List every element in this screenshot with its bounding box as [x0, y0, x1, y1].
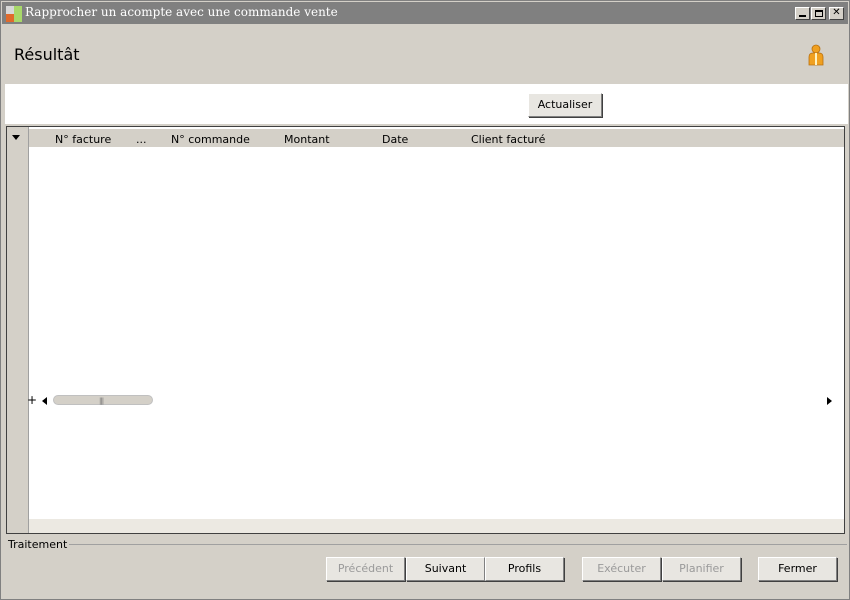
- close-window-button[interactable]: ✕: [829, 7, 844, 20]
- minimize-icon: [799, 15, 806, 17]
- previous-button[interactable]: Précédent: [326, 557, 405, 581]
- add-row-button[interactable]: +: [27, 394, 37, 406]
- column-header-billed-client[interactable]: Client facturé: [471, 133, 545, 146]
- close-icon: ✕: [832, 7, 841, 18]
- title-bar[interactable]: Rapprocher un acompte avec une commande …: [2, 2, 848, 24]
- scroll-right-icon[interactable]: [827, 397, 832, 405]
- grid-body[interactable]: [29, 147, 844, 519]
- main-window: Rapprocher un acompte avec une commande …: [0, 0, 850, 600]
- scroll-left-icon[interactable]: [42, 397, 47, 405]
- window-title: Rapprocher un acompte avec une commande …: [25, 5, 338, 19]
- execute-button[interactable]: Exécuter: [582, 557, 661, 581]
- column-header-invoice-number[interactable]: N° facture: [55, 133, 111, 146]
- section-divider: [61, 544, 847, 545]
- user-icon[interactable]: [807, 44, 825, 66]
- next-button[interactable]: Suivant: [406, 557, 485, 581]
- close-button[interactable]: Fermer: [758, 557, 837, 581]
- minimize-button[interactable]: [795, 7, 810, 20]
- maximize-button[interactable]: [811, 7, 826, 20]
- page-title: Résultât: [14, 45, 80, 64]
- maximize-icon: [815, 10, 823, 17]
- column-header-more[interactable]: ...: [136, 133, 147, 146]
- app-icon: [6, 6, 22, 22]
- column-menu-icon[interactable]: [12, 135, 20, 140]
- column-header-order-number[interactable]: N° commande: [171, 133, 250, 146]
- row-selector-gutter: [7, 127, 29, 533]
- refresh-button[interactable]: Actualiser: [528, 93, 602, 117]
- profiles-button[interactable]: Profils: [485, 557, 564, 581]
- column-header-amount[interactable]: Montant: [284, 133, 330, 146]
- grid-header: N° facture ... N° commande Montant Date …: [29, 129, 844, 147]
- results-grid[interactable]: N° facture ... N° commande Montant Date …: [6, 126, 845, 534]
- grip-icon: |||: [99, 397, 104, 405]
- column-header-date[interactable]: Date: [382, 133, 408, 146]
- treatment-label: Traitement: [8, 538, 70, 551]
- horizontal-scrollbar[interactable]: [29, 519, 844, 533]
- plan-button[interactable]: Planifier: [662, 557, 741, 581]
- toolbar-band: [5, 84, 848, 124]
- scrollbar-thumb[interactable]: |||: [53, 395, 153, 405]
